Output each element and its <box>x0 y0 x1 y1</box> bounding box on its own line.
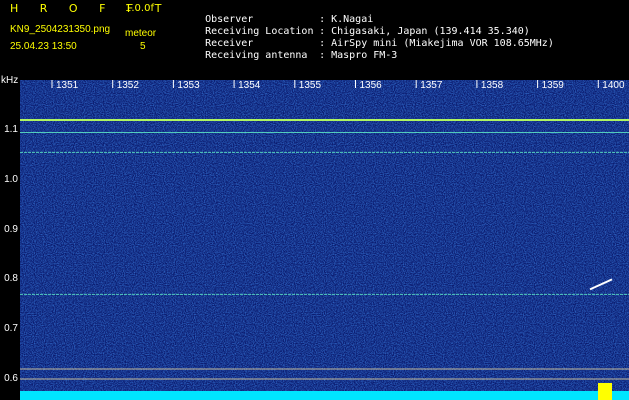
y-tick-label: 0.9 <box>4 223 18 235</box>
waterfall-speckle <box>20 80 629 400</box>
info-value: Maspro FM-3 <box>331 50 398 61</box>
power-spike <box>598 383 612 400</box>
y-tick-label: 1.1 <box>4 124 18 135</box>
y-tick-label: 0.6 <box>4 373 18 384</box>
y-axis-label: kHz <box>1 75 19 86</box>
info-label: Receiving antenna <box>205 50 308 61</box>
header-panel: H R O F F T 1.0.0f KN9_2504231350.png me… <box>0 0 629 74</box>
x-tick-label: 1352 <box>116 80 139 91</box>
x-tick-label: 1359 <box>541 80 564 91</box>
filename-label: KN9_2504231350.png <box>10 24 111 35</box>
x-tick-label: 1358 <box>480 80 504 91</box>
x-tick-label: 1354 <box>238 80 261 91</box>
y-tick-label: 0.7 <box>4 323 18 335</box>
waterfall-spectrogram <box>20 80 629 400</box>
y-tick-label: 1.0 <box>4 173 18 185</box>
baseline-power-bar <box>20 391 629 400</box>
timestamp-label: 25.04.23 13:50 <box>10 41 77 52</box>
x-tick-label: 1353 <box>177 80 200 91</box>
echo-count-label: 5 <box>140 41 146 52</box>
x-tick-label: 1351 <box>56 80 79 91</box>
x-tick-label: 1355 <box>298 80 322 91</box>
x-tick-label: 1356 <box>359 80 382 91</box>
x-tick-label: 1357 <box>420 80 443 91</box>
mode-label: meteor <box>125 28 157 39</box>
info-row-antenna: Receiving antenna: Maspro FM-3 <box>205 50 398 61</box>
version-label: 1.0.0f <box>125 3 154 14</box>
x-tick-label: 1400 <box>602 80 625 91</box>
y-tick-label: 0.8 <box>4 273 18 285</box>
